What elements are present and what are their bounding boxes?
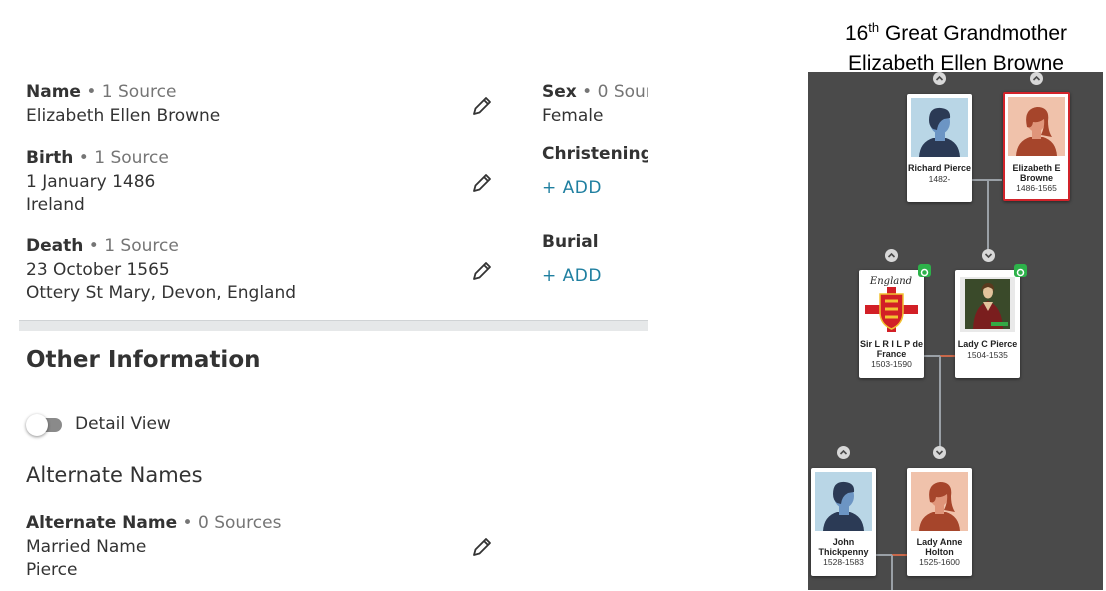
name-value: Elizabeth Ellen Browne — [26, 105, 221, 126]
alternate-name-value: Pierce — [26, 560, 78, 580]
male-avatar-icon — [911, 98, 968, 157]
pencil-icon — [473, 538, 491, 556]
caption-ordinal-suffix: th — [868, 20, 880, 35]
female-avatar-icon — [1008, 97, 1065, 156]
chevron-down-icon — [984, 253, 993, 259]
person-name: Elizabeth E Browne 1486-1565 — [1005, 163, 1068, 194]
person-dates: 1504-1535 — [967, 349, 1008, 360]
christening-label: Christening — [542, 144, 648, 164]
edit-death-button[interactable] — [470, 259, 494, 283]
chevron-up-icon — [887, 252, 896, 258]
edit-name-button[interactable] — [470, 94, 494, 118]
alternate-names-title: Alternate Names — [26, 463, 203, 487]
tree-caption: 16th Great Grandmother Elizabeth Ellen B… — [808, 13, 1104, 79]
person-name: Lady Anne Holton 1525-1600 — [907, 537, 972, 568]
separator: • — [73, 148, 95, 168]
chevron-up-icon — [935, 75, 944, 81]
couple-connector-highlight — [892, 554, 907, 556]
person-dates: 1486-1565 — [1016, 183, 1057, 193]
england-flag-photo: England — [863, 274, 920, 333]
person-dates: 1482- — [928, 173, 951, 184]
person-card-richard-pierce[interactable]: Richard Pierce 1482- — [907, 94, 972, 202]
chevron-up-icon — [1032, 75, 1041, 81]
pencil-icon — [473, 262, 491, 280]
person-name: John Thickpenny 1528-1583 — [811, 537, 876, 568]
caption-ordinal: 16 — [844, 22, 869, 45]
name-sources[interactable]: 1 Source — [102, 82, 177, 102]
name-fact: Name • 1 Source Elizabeth Ellen Browne — [26, 81, 456, 128]
section-divider — [19, 320, 648, 331]
collapse-button[interactable] — [933, 446, 946, 459]
separator: • — [177, 513, 198, 533]
edit-birth-button[interactable] — [470, 171, 494, 195]
expand-ancestors-button[interactable] — [885, 249, 898, 262]
sex-sources[interactable]: 0 Sources — [598, 82, 648, 102]
death-label: Death — [26, 236, 84, 256]
descent-line — [987, 180, 989, 258]
person-name: Sir L R I L P de France 1503-1590 — [859, 339, 924, 369]
descent-line — [939, 356, 941, 456]
burial-label: Burial — [542, 232, 599, 252]
death-place: Ottery St Mary, Devon, England — [26, 283, 297, 303]
person-card-lady-c-pierce[interactable]: Lady C Pierce 1504-1535 — [955, 264, 1027, 378]
birth-label: Birth — [26, 148, 74, 168]
couple-connector-highlight — [940, 355, 955, 357]
portrait-painting-photo — [959, 274, 1016, 333]
separator: • — [83, 236, 105, 256]
detail-view-label: Detail View — [75, 414, 171, 434]
chevron-down-icon — [935, 450, 944, 456]
person-card-john-thickpenny[interactable]: John Thickpenny 1528-1583 — [811, 468, 876, 576]
death-sources[interactable]: 1 Source — [104, 236, 179, 256]
other-information-title: Other Information — [26, 347, 261, 373]
person-name: Richard Pierce 1482- — [907, 163, 972, 184]
caption-relationship: Great Grandmother — [879, 22, 1068, 45]
pencil-icon — [473, 97, 491, 115]
death-fact: Death • 1 Source 23 October 1565 Ottery … — [26, 235, 456, 306]
record-hint-icon[interactable] — [918, 264, 931, 277]
sex-value: Female — [542, 105, 604, 126]
separator: • — [576, 82, 598, 102]
add-burial-button[interactable]: + ADD — [542, 266, 602, 286]
alternate-name-sources[interactable]: 0 Sources — [198, 513, 281, 533]
male-avatar-icon — [815, 472, 872, 531]
family-tree-panel[interactable]: Richard Pierce 1482- Elizabeth E Browne 14… — [808, 72, 1103, 590]
expand-ancestors-button[interactable] — [837, 446, 850, 459]
collapse-button[interactable] — [982, 249, 995, 262]
birth-fact: Birth • 1 Source 1 January 1486 Ireland — [26, 147, 456, 218]
add-christening-button[interactable]: + ADD — [542, 178, 602, 198]
chevron-up-icon — [839, 449, 848, 455]
expand-ancestors-button[interactable] — [933, 72, 946, 85]
person-card-sir-de-france[interactable]: England Sir L R I L P de France 1503-1590 — [859, 264, 931, 378]
female-avatar-icon — [911, 472, 968, 531]
alternate-name-type: Married Name — [26, 536, 147, 557]
separator: • — [80, 82, 102, 102]
alternate-name-fact: Alternate Name • 0 Sources Married Name … — [26, 512, 456, 583]
record-hint-icon[interactable] — [1014, 264, 1027, 277]
person-dates: 1503-1590 — [871, 359, 912, 369]
name-label: Name — [26, 82, 81, 102]
person-card-elizabeth-browne[interactable]: Elizabeth E Browne 1486-1565 — [1003, 92, 1070, 201]
photo-caption: England — [869, 276, 912, 287]
pencil-icon — [473, 174, 491, 192]
descent-line — [891, 555, 893, 590]
person-dates: 1528-1583 — [823, 557, 864, 567]
person-name: Lady C Pierce 1504-1535 — [955, 339, 1020, 360]
detail-view-toggle[interactable] — [26, 414, 66, 436]
birth-place: Ireland — [26, 195, 85, 215]
alternate-name-label: Alternate Name — [26, 513, 178, 533]
edit-alternate-name-button[interactable] — [470, 535, 494, 559]
death-date: 23 October 1565 — [26, 259, 170, 280]
sex-fact: Sex • 0 Sources Female — [542, 81, 648, 128]
expand-ancestors-button[interactable] — [1030, 72, 1043, 85]
toggle-knob — [26, 414, 48, 436]
person-card-lady-anne-holton[interactable]: Lady Anne Holton 1525-1600 — [907, 468, 972, 576]
birth-date: 1 January 1486 — [26, 171, 156, 192]
sex-label: Sex — [542, 82, 577, 102]
birth-sources[interactable]: 1 Source — [94, 148, 169, 168]
person-dates: 1525-1600 — [919, 557, 960, 567]
